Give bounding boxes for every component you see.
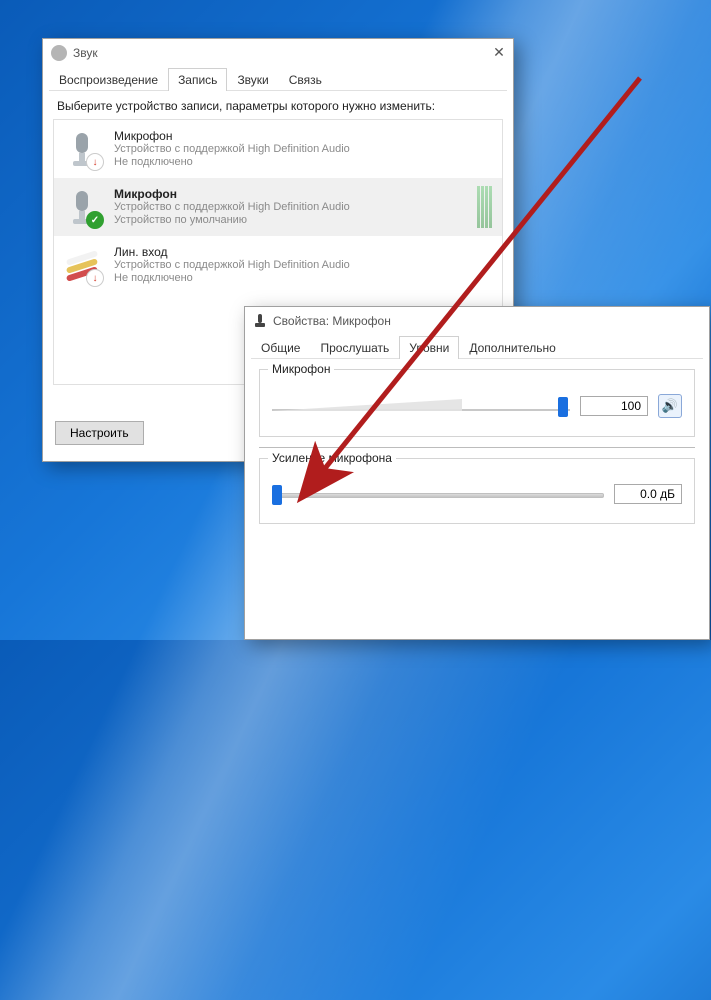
device-status: Не подключено — [114, 272, 350, 285]
device-desc: Устройство с поддержкой High Definition … — [114, 259, 350, 272]
device-status: Не подключено — [114, 156, 350, 169]
tab-playback[interactable]: Воспроизведение — [49, 68, 168, 91]
microphone-level-value[interactable]: 100 — [580, 396, 648, 416]
default-badge-icon: ✓ — [86, 211, 104, 229]
microphone-boost-slider[interactable] — [272, 483, 604, 505]
titlebar[interactable]: Свойства: Микрофон — [245, 307, 709, 335]
device-name: Микрофон — [114, 129, 350, 143]
tab-listen[interactable]: Прослушать — [310, 336, 399, 359]
tabs: Воспроизведение Запись Звуки Связь — [49, 67, 507, 91]
unplugged-badge-icon: ↓ — [86, 269, 104, 287]
configure-button[interactable]: Настроить — [55, 421, 144, 445]
tab-levels[interactable]: Уровни — [399, 336, 459, 359]
device-desc: Устройство с поддержкой High Definition … — [114, 201, 350, 214]
titlebar[interactable]: Звук ✕ — [43, 39, 513, 67]
window-title: Свойства: Микрофон — [273, 314, 391, 328]
microphone-icon — [253, 314, 267, 328]
device-row[interactable]: ✓ Микрофон Устройство с поддержкой High … — [54, 178, 502, 236]
group-label: Усиление микрофона — [268, 451, 396, 465]
tab-communications[interactable]: Связь — [279, 68, 332, 91]
divider — [259, 447, 695, 448]
unplugged-badge-icon: ↓ — [86, 153, 104, 171]
microphone-level-slider[interactable] — [272, 395, 570, 417]
device-desc: Устройство с поддержкой High Definition … — [114, 143, 350, 156]
window-title: Звук — [73, 46, 98, 60]
tab-sounds[interactable]: Звуки — [227, 68, 278, 91]
tabs: Общие Прослушать Уровни Дополнительно — [251, 335, 703, 359]
device-row[interactable]: ↓ Микрофон Устройство с поддержкой High … — [54, 120, 502, 178]
tab-general[interactable]: Общие — [251, 336, 310, 359]
close-icon[interactable]: ✕ — [491, 45, 507, 61]
group-label: Микрофон — [268, 362, 334, 376]
level-meter-icon — [477, 186, 492, 228]
tab-advanced[interactable]: Дополнительно — [459, 336, 565, 359]
speaker-toggle-icon[interactable]: 🔊 — [658, 394, 682, 418]
device-name: Лин. вход — [114, 245, 350, 259]
tab-record[interactable]: Запись — [168, 68, 227, 91]
microphone-icon: ↓ — [64, 129, 104, 169]
instruction-text: Выберите устройство записи, параметры ко… — [53, 99, 503, 119]
microphone-boost-group: Усиление микрофона 0.0 дБ — [259, 458, 695, 524]
microphone-level-group: Микрофон 100 🔊 — [259, 369, 695, 437]
line-in-icon: ↓ — [64, 245, 104, 285]
microphone-icon: ✓ — [64, 187, 104, 227]
properties-window: Свойства: Микрофон Общие Прослушать Уров… — [244, 306, 710, 640]
device-name: Микрофон — [114, 187, 350, 201]
speaker-icon — [51, 45, 67, 61]
device-status: Устройство по умолчанию — [114, 214, 350, 227]
device-row[interactable]: ↓ Лин. вход Устройство с поддержкой High… — [54, 236, 502, 294]
microphone-boost-value[interactable]: 0.0 дБ — [614, 484, 682, 504]
